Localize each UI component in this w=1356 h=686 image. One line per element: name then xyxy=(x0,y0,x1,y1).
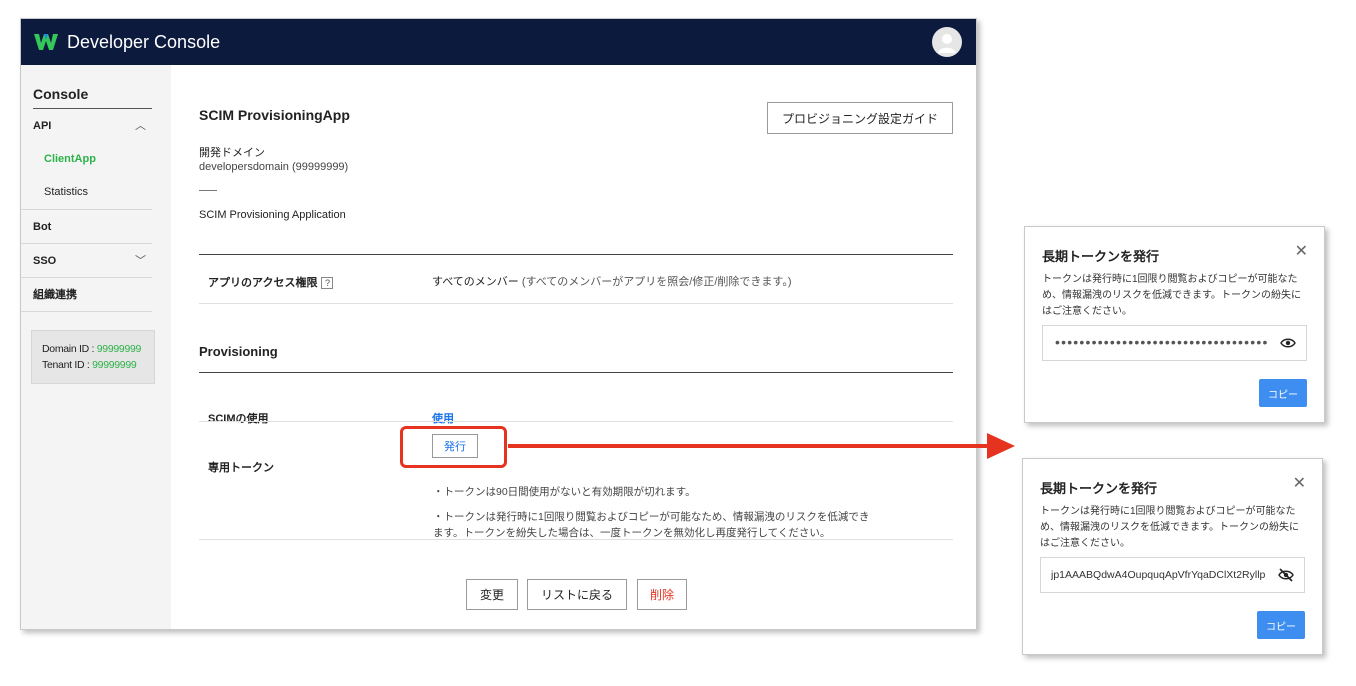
id-info-box: Domain ID : 99999999 Tenant ID : 9999999… xyxy=(31,330,155,384)
sidebar-item-sso[interactable]: SSO ﹀ xyxy=(21,244,152,278)
token-field[interactable] xyxy=(1040,557,1305,593)
token-dialog-revealed: 長期トークンを発行 ✕ トークンは発行時に1回限り閲覧およびコピーが可能なため、… xyxy=(1022,458,1323,655)
tenant-id-value: 99999999 xyxy=(92,359,137,371)
app-title: Developer Console xyxy=(67,31,221,52)
token-field-masked[interactable]: ••••••••••••••••••••••••••••••••••• xyxy=(1042,325,1307,361)
main-content: SCIM ProvisioningApp プロビジョニング設定ガイド 開発ドメイ… xyxy=(171,65,976,629)
sidebar-item-statistics[interactable]: Statistics xyxy=(21,176,152,209)
row-divider xyxy=(199,421,953,422)
help-icon[interactable]: ? xyxy=(321,277,334,290)
change-button[interactable]: 変更 xyxy=(466,579,518,610)
access-value-wrap: すべてのメンバー (すべてのメンバーがアプリを照会/修正/削除できます。) xyxy=(432,273,791,289)
page-title: SCIM ProvisioningApp xyxy=(199,107,350,123)
divider-short xyxy=(199,190,217,191)
sidebar-title: Console xyxy=(33,86,89,102)
eye-off-icon[interactable] xyxy=(1278,568,1294,582)
app-description: SCIM Provisioning Application xyxy=(199,209,346,221)
access-label-wrap: アプリのアクセス権限? xyxy=(208,274,334,290)
works-logo-icon[interactable] xyxy=(33,32,59,52)
scim-usage-value[interactable]: 使用 xyxy=(432,410,454,426)
dev-domain-value: developersdomain (99999999) xyxy=(199,161,349,173)
sidebar-group-api: API ︿ ClientApp Statistics xyxy=(21,109,152,210)
dev-domain-label: 開発ドメイン xyxy=(199,147,265,159)
copy-button[interactable]: コピー xyxy=(1259,379,1307,407)
close-icon[interactable]: ✕ xyxy=(1293,473,1306,493)
chevron-down-icon: ﹀ xyxy=(135,255,146,267)
domain-id-value: 99999999 xyxy=(96,343,142,355)
close-icon[interactable]: ✕ xyxy=(1295,241,1308,261)
sidebar-item-label: Bot xyxy=(33,221,52,233)
access-value: すべてのメンバー xyxy=(432,276,519,288)
domain-id-label: Domain ID : xyxy=(42,343,97,355)
user-icon xyxy=(938,34,956,53)
sidebar-item-clientapp[interactable]: ClientApp xyxy=(21,143,152,176)
access-detail: (すべてのメンバーがアプリを照会/修正/削除できます。) xyxy=(518,276,792,288)
token-note-security: ・トークンは発行時に1回限り閲覧およびコピーが可能なため、情報漏洩のリスクを低減… xyxy=(433,511,870,539)
scim-usage-label: SCIMの使用 xyxy=(208,413,269,425)
provisioning-title: Provisioning xyxy=(199,344,278,359)
copy-button[interactable]: コピー xyxy=(1257,611,1305,639)
arrow-line xyxy=(508,444,988,448)
token-note-expiry: ・トークンは90日間使用がないと有効期限が切れます。 xyxy=(433,486,696,498)
dialog-body: トークンは発行時に1回限り閲覧およびコピーが可能なため、情報漏洩のリスクを低減で… xyxy=(1042,274,1301,317)
sidebar-item-label: SSO xyxy=(33,255,57,267)
row-divider xyxy=(199,539,953,540)
row-divider xyxy=(199,303,953,304)
tenant-id-label: Tenant ID : xyxy=(42,359,93,371)
sidebar-item-bot[interactable]: Bot xyxy=(21,210,152,244)
token-dialog-masked: 長期トークンを発行 ✕ トークンは発行時に1回限り閲覧およびコピーが可能なため、… xyxy=(1024,226,1325,423)
token-label: 専用トークン xyxy=(208,462,274,474)
highlight-box xyxy=(400,426,507,468)
sidebar-item-api[interactable]: API ︿ xyxy=(21,109,152,143)
user-avatar[interactable] xyxy=(932,27,962,57)
access-label: アプリのアクセス権限 xyxy=(208,277,318,289)
sidebar-item-label: API xyxy=(33,120,52,132)
chevron-up-icon: ︿ xyxy=(135,120,146,132)
sidebar-item-org[interactable]: 組織連携 xyxy=(21,278,152,312)
dialog-title: 長期トークンを発行 xyxy=(1040,481,1158,496)
back-to-list-button[interactable]: リストに戻る xyxy=(527,579,627,610)
dialog-title: 長期トークンを発行 xyxy=(1042,249,1160,264)
eye-icon[interactable] xyxy=(1280,336,1296,350)
section-divider xyxy=(199,254,953,255)
masked-token: ••••••••••••••••••••••••••••••••••• xyxy=(1055,334,1269,350)
section-divider xyxy=(199,372,953,373)
arrow-head-icon xyxy=(987,433,1015,459)
sidebar-item-label: 組織連携 xyxy=(33,289,77,301)
sidebar: Console API ︿ ClientApp Statistics Bot S… xyxy=(21,65,171,629)
domain-id-line: Domain ID : 99999999 xyxy=(42,341,144,357)
developer-console-window: Developer Console Console API ︿ ClientAp… xyxy=(20,18,977,630)
token-input[interactable] xyxy=(1041,558,1269,592)
dialog-body: トークンは発行時に1回限り閲覧およびコピーが可能なため、情報漏洩のリスクを低減で… xyxy=(1040,506,1299,549)
tenant-id-line: Tenant ID : 99999999 xyxy=(42,357,144,373)
top-bar: Developer Console xyxy=(21,19,976,65)
delete-button[interactable]: 削除 xyxy=(637,579,687,610)
provisioning-guide-button[interactable]: プロビジョニング設定ガイド xyxy=(767,102,953,134)
